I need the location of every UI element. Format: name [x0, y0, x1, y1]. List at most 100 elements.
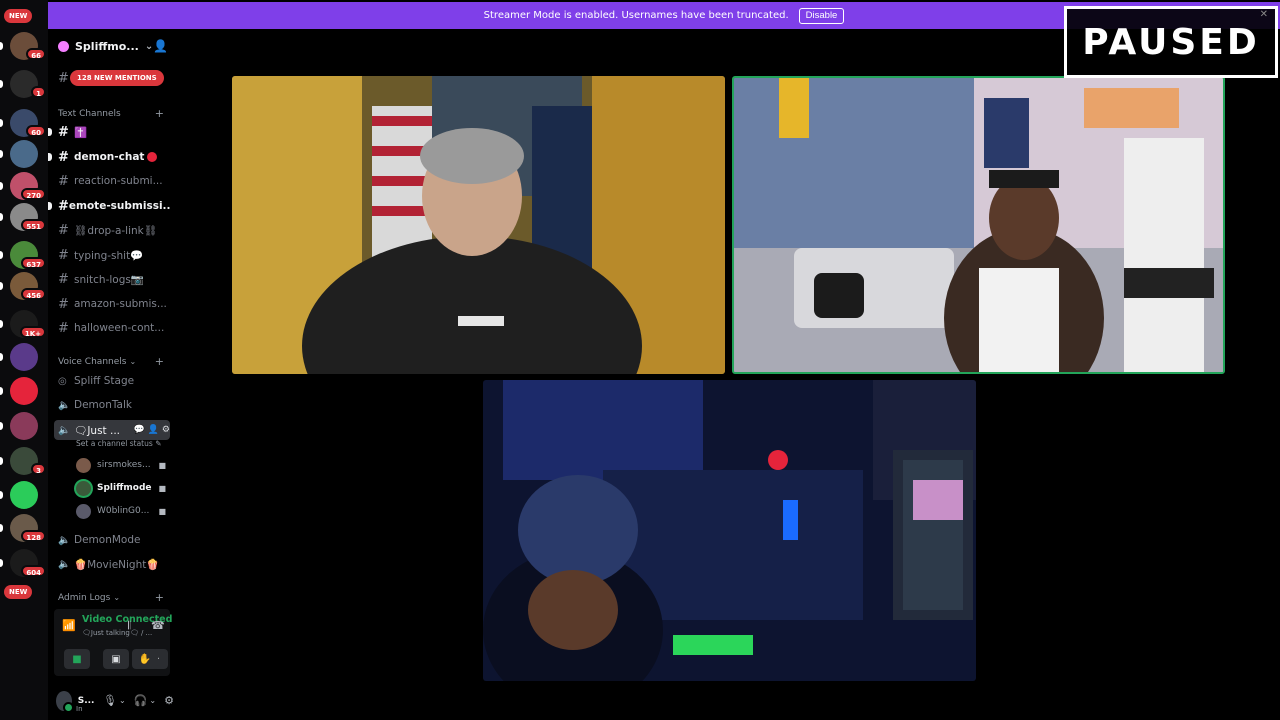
text-channel-item[interactable]: # reaction-submi... — [58, 171, 170, 191]
chevron-down-icon[interactable]: ⌄ — [149, 696, 156, 705]
server-mention-badge: 551 — [21, 219, 46, 231]
speaker-icon: 🔈 — [58, 424, 71, 436]
category-label: Admin Logs — [58, 592, 111, 603]
invite-people-icon[interactable]: 👤 — [153, 39, 168, 53]
text-channel-item[interactable]: # amazon-submis... — [58, 294, 170, 314]
avatar — [76, 457, 91, 473]
text-channel-item[interactable]: # ⛓drop-a-link⛓ — [58, 220, 170, 240]
server-rail: NEW 66 1 60 270 551 637 456 1K+ 3 128 604 NEW — [0, 0, 48, 720]
channel-name: amazon-submis... — [74, 298, 167, 310]
server-icon[interactable] — [10, 481, 38, 509]
user-panel: S... In 🎙 ⌄ 🎧 ⌄ ⚙ — [48, 681, 174, 720]
channel-name: DemonTalk — [74, 399, 132, 411]
soundboard-icon: ✋ — [138, 653, 152, 665]
camera-icon: ■ — [158, 506, 166, 516]
server-mention-badge: 3 — [31, 463, 46, 475]
unread-indicator — [0, 42, 3, 50]
unread-indicator — [0, 353, 3, 361]
server-icon[interactable] — [10, 377, 38, 405]
new-unreads-badge[interactable]: NEW — [4, 9, 33, 23]
noise-suppression-icon[interactable]: 𝄃 — [128, 619, 130, 633]
user-avatar[interactable] — [56, 690, 74, 713]
create-channel-icon[interactable]: + — [155, 591, 164, 604]
unread-indicator — [0, 213, 3, 221]
video-tile-participant-2[interactable] — [732, 76, 1225, 374]
create-channel-icon[interactable]: + — [155, 107, 164, 120]
headphones-icon[interactable]: 🎧 — [134, 694, 148, 707]
unread-indicator — [0, 119, 3, 127]
channel-name: 🍿MovieNight🍿 — [74, 558, 160, 571]
participant-name: sirsmokes... — [97, 460, 151, 470]
screen-share-button[interactable]: ▣ — [103, 649, 129, 669]
voice-channel-item[interactable]: ◎ Spliff Stage — [58, 371, 170, 391]
text-channel-item[interactable]: # snitch-logs📷 — [58, 269, 170, 289]
camera-icon: ■ — [158, 483, 166, 493]
add-member-icon[interactable]: 👤 — [148, 425, 159, 435]
text-channel-item[interactable]: # demon-chat — [58, 147, 170, 167]
chevron-down-icon: ⌄ — [113, 593, 121, 602]
microphone-icon[interactable]: 🎙 — [103, 694, 117, 707]
server-mention-badge: 66 — [26, 48, 46, 60]
voice-channels-category[interactable]: Voice Channels ⌄ + — [58, 355, 164, 368]
unread-indicator — [0, 182, 3, 190]
text-channel-item[interactable]: # typing-shit💬 — [58, 245, 170, 265]
channel-name: demon-chat — [74, 151, 145, 163]
text-channels-category[interactable]: Text Channels + — [58, 107, 164, 120]
admin-logs-category[interactable]: Admin Logs ⌄ + — [58, 591, 164, 604]
voice-channel-path[interactable]: 🗨Just talking🗨 / ... — [82, 629, 152, 637]
new-unreads-badge-bottom[interactable]: NEW — [4, 585, 33, 599]
unread-indicator — [0, 320, 3, 328]
set-channel-status[interactable]: Set a channel status ✎ — [76, 439, 161, 448]
screen-share-icon: ▣ — [111, 653, 121, 665]
user-name[interactable]: S... — [78, 696, 95, 706]
channel-name: ⛓drop-a-link⛓ — [74, 224, 158, 237]
channel-name: 🗨Just ... — [74, 424, 121, 437]
voice-channel-item[interactable]: 🔈 DemonTalk — [58, 395, 170, 415]
server-header[interactable]: Spliffmo... ⌄ 👤 — [48, 34, 174, 58]
server-icon[interactable] — [10, 343, 38, 371]
server-icon[interactable] — [10, 412, 38, 440]
voice-participant[interactable]: W0blinG0... ■ — [76, 501, 166, 521]
server-mention-badge: 1K+ — [19, 326, 46, 338]
pencil-icon: ✎ — [155, 439, 162, 448]
speaker-icon: 🔈 — [58, 558, 71, 570]
signal-icon[interactable]: 📶 — [62, 619, 76, 632]
avatar — [76, 480, 91, 496]
create-channel-icon[interactable]: + — [155, 355, 164, 368]
voice-channel-item[interactable]: 🔈 🍿MovieNight🍿 — [58, 554, 170, 574]
close-icon[interactable]: ✕ — [1260, 9, 1271, 20]
server-mention-badge: 637 — [21, 257, 46, 269]
server-mention-badge: 604 — [21, 565, 46, 577]
hash-icon: # — [58, 296, 69, 312]
video-tile-participant-3[interactable] — [483, 380, 976, 681]
chat-icon[interactable]: 💬 — [133, 425, 144, 435]
unread-indicator — [0, 422, 3, 430]
soundboard-button[interactable]: ✋ — [132, 649, 158, 669]
text-channel-item[interactable]: # halloween-cont... — [58, 318, 170, 338]
discord-window: NEW 66 1 60 270 551 637 456 1K+ 3 128 604 NEW Stre… — [0, 0, 1280, 720]
voice-participant[interactable]: sirsmokes... ■ — [76, 455, 166, 475]
category-label: Voice Channels — [58, 356, 127, 367]
settings-gear-icon[interactable]: ⚙ — [164, 694, 174, 707]
channel-name: typing-shit💬 — [74, 249, 144, 262]
gear-icon[interactable]: ⚙ — [162, 425, 170, 435]
server-icon[interactable] — [10, 140, 38, 168]
voice-participant[interactable]: Spliffmode ■ — [76, 478, 166, 498]
channel-sidebar: Spliffmo... ⌄ 👤 # 128 NEW MENTIONS Text … — [48, 30, 174, 720]
disconnect-icon[interactable]: ☎ — [151, 619, 165, 632]
hash-icon: # — [58, 198, 69, 214]
unread-indicator — [48, 153, 52, 161]
server-mention-badge: 1 — [31, 86, 46, 98]
participant-name: Spliffmode — [97, 483, 152, 493]
text-channel-item[interactable]: # ✝️ — [58, 122, 170, 142]
active-voice-channel[interactable]: 🔈 🗨Just ... 💬 👤 ⚙ — [54, 420, 170, 440]
new-mentions-pill[interactable]: 128 NEW MENTIONS — [70, 70, 164, 86]
video-tile-participant-1[interactable] — [232, 76, 725, 374]
voice-channel-item[interactable]: 🔈 DemonMode — [58, 530, 170, 550]
chevron-down-icon[interactable]: ⌄ — [119, 696, 126, 705]
text-channel-item[interactable]: # emote-submissi... — [58, 196, 170, 216]
channel-name: reaction-submi... — [74, 175, 163, 187]
camera-icon: ■ — [72, 653, 82, 665]
disable-streamer-mode-button[interactable]: Disable — [798, 7, 845, 24]
video-button[interactable]: ■ — [64, 649, 90, 669]
